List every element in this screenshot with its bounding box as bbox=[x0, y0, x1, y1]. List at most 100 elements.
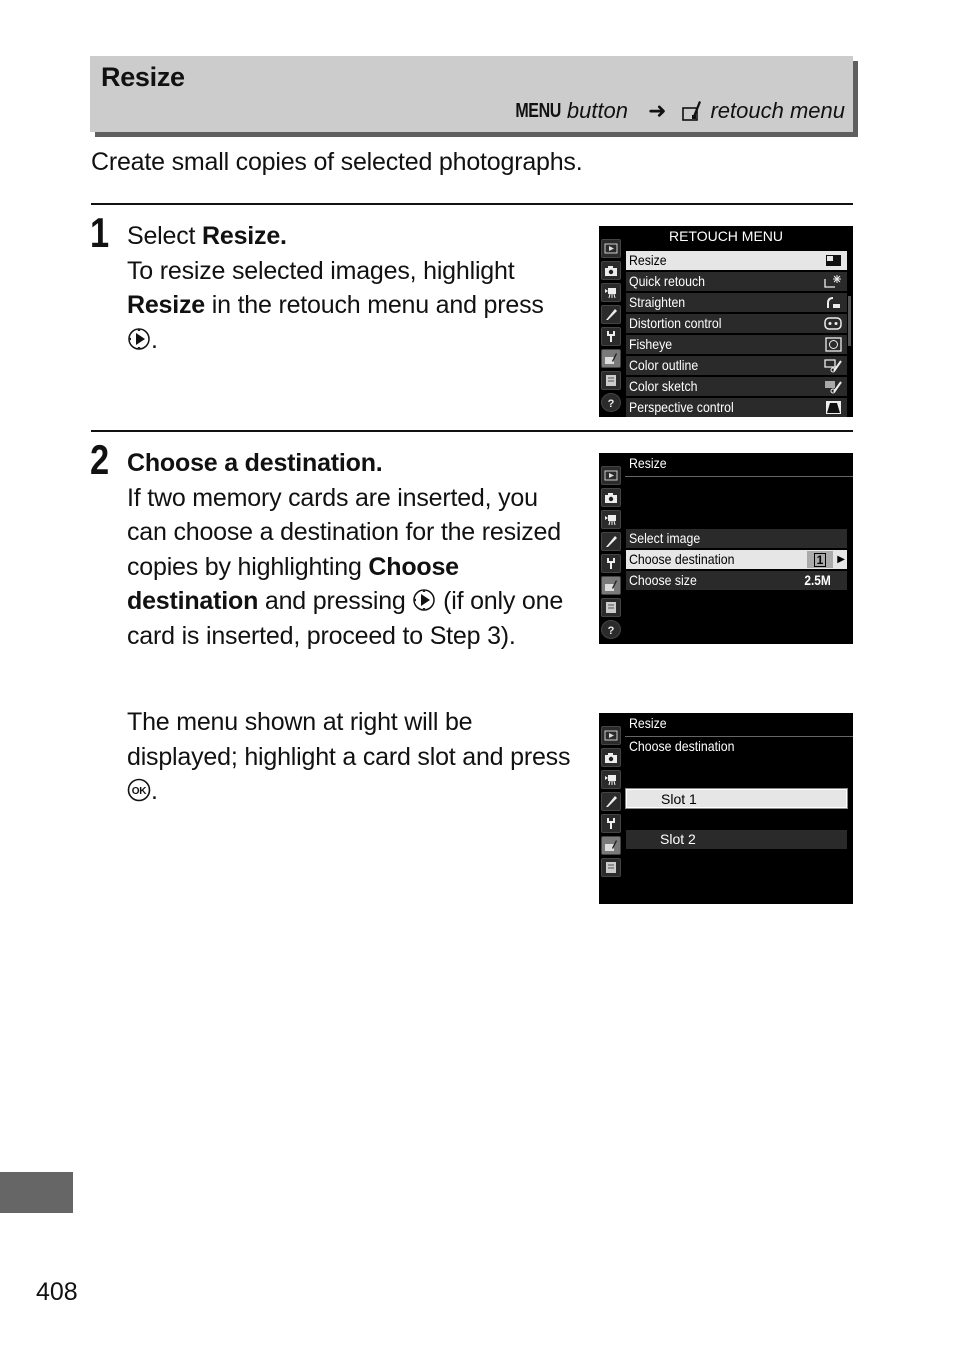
playback-icon[interactable] bbox=[601, 726, 621, 745]
menu-button-label: MENU bbox=[515, 99, 561, 122]
menu-item-color-sketch[interactable]: Color sketch bbox=[626, 377, 847, 396]
pencil-icon[interactable] bbox=[601, 532, 621, 551]
menu-path: MENU button ➜ retouch menu bbox=[504, 98, 845, 124]
step-number-1: 1 bbox=[90, 209, 110, 256]
playback-icon[interactable] bbox=[601, 466, 621, 485]
menu-item-perspective-control[interactable]: Perspective control bbox=[626, 398, 847, 417]
straighten-icon bbox=[827, 297, 840, 308]
step-1-period: . bbox=[151, 325, 158, 354]
slot-number: 1 bbox=[813, 552, 827, 567]
camera-icon[interactable] bbox=[601, 261, 621, 280]
menu-item-choose-size[interactable]: Choose size 2.5M bbox=[626, 571, 847, 590]
wrench-icon[interactable] bbox=[601, 554, 621, 573]
menu-item-select-image[interactable]: Select image bbox=[626, 529, 847, 548]
step-2-title: Choose a destination. bbox=[127, 449, 383, 477]
menu-tabs bbox=[599, 713, 624, 904]
movie-icon[interactable] bbox=[601, 510, 621, 529]
multi-selector-right-icon bbox=[127, 326, 151, 350]
resize-menu-screen: ? Resize Select image Choose destination… bbox=[599, 453, 853, 644]
step-1-text: To resize selected images, highlight Res… bbox=[127, 254, 587, 358]
menu-item-label: Fisheye bbox=[629, 336, 673, 352]
screen-title: RETOUCH MENU bbox=[668, 228, 784, 244]
retouch-icon[interactable] bbox=[601, 349, 621, 368]
step-2-para2-text: The menu shown at right will be displaye… bbox=[127, 708, 571, 771]
menu-item-label: Select image bbox=[629, 530, 701, 546]
title-divider bbox=[625, 736, 853, 737]
movie-icon[interactable] bbox=[601, 770, 621, 789]
menu-item-quick-retouch[interactable]: Quick retouch bbox=[626, 272, 847, 291]
page-number: 408 bbox=[36, 1278, 78, 1306]
step-1-text-line1: To resize selected images, highlight bbox=[127, 256, 515, 285]
camera-icon[interactable] bbox=[601, 488, 621, 507]
help-icon[interactable]: ? bbox=[601, 393, 621, 412]
quick-retouch-icon bbox=[824, 275, 841, 288]
wrench-icon[interactable] bbox=[601, 814, 621, 833]
menu-item-straighten[interactable]: Straighten bbox=[626, 293, 847, 312]
step-1-title-plain: Select bbox=[127, 222, 203, 250]
step-1-text-line2: in the retouch menu and press bbox=[205, 291, 544, 319]
slot-1-option[interactable]: Slot 1 bbox=[625, 788, 848, 809]
retouch-menu-label: retouch menu bbox=[710, 98, 845, 123]
menu-item-choose-destination[interactable]: Choose destination 1 ▶ bbox=[626, 550, 847, 569]
menu-item-label: Resize bbox=[629, 252, 667, 268]
wrench-icon[interactable] bbox=[601, 327, 621, 346]
recent-settings-icon[interactable] bbox=[601, 371, 621, 390]
pencil-icon[interactable] bbox=[601, 305, 621, 324]
slot-2-option[interactable]: Slot 2 bbox=[626, 830, 847, 849]
step-1-title-bold: Resize. bbox=[202, 222, 287, 250]
step-2-text-part2: and pressing bbox=[258, 587, 413, 615]
choose-destination-screen: Resize Choose destination Slot 1 Slot 2 bbox=[599, 713, 853, 904]
section-title: Resize bbox=[101, 62, 185, 92]
retouch-menu-icon bbox=[682, 100, 704, 122]
menu-item-label: Distortion control bbox=[629, 315, 722, 331]
screen-subtitle: Choose destination bbox=[629, 738, 735, 754]
menu-item-label: Choose destination bbox=[629, 551, 735, 567]
color-sketch-icon bbox=[825, 381, 842, 394]
intro-text: Create small copies of selected photogra… bbox=[91, 148, 583, 176]
step-2-body: Choose a destination. If two memory card… bbox=[127, 446, 582, 653]
retouch-menu-screen: ? RETOUCH MENU Resize Quick retouch Stra… bbox=[599, 226, 853, 417]
camera-icon[interactable] bbox=[601, 748, 621, 767]
pencil-icon[interactable] bbox=[601, 792, 621, 811]
movie-icon[interactable] bbox=[601, 283, 621, 302]
step-2-text-part1: If two memory cards are inserted, you ca… bbox=[127, 483, 561, 581]
help-icon[interactable]: ? bbox=[601, 620, 621, 639]
menu-item-resize[interactable]: Resize bbox=[626, 251, 847, 270]
menu-item-label: Perspective control bbox=[629, 399, 734, 415]
multi-selector-right-icon bbox=[412, 587, 436, 611]
step-1-title: Select Resize. bbox=[127, 219, 587, 254]
step-2-para2-period: . bbox=[151, 777, 158, 805]
chevron-right-icon: ▶ bbox=[837, 554, 845, 565]
step-2-text: If two memory cards are inserted, you ca… bbox=[127, 481, 582, 654]
retouch-icon[interactable] bbox=[601, 836, 621, 855]
menu-item-fisheye[interactable]: Fisheye bbox=[626, 335, 847, 354]
retouch-icon[interactable] bbox=[601, 576, 621, 595]
button-word: button bbox=[566, 98, 629, 123]
svg-text:OK: OK bbox=[132, 786, 148, 797]
section-thumb-tab bbox=[0, 1172, 73, 1213]
menu-item-label: Color outline bbox=[629, 357, 699, 373]
card-slot-value: 1 bbox=[807, 551, 833, 568]
menu-tabs: ? bbox=[599, 226, 624, 417]
scrollbar[interactable] bbox=[848, 296, 851, 346]
menu-item-distortion-control[interactable]: Distortion control bbox=[626, 314, 847, 333]
perspective-control-icon bbox=[826, 401, 841, 414]
menu-item-color-outline[interactable]: Color outline bbox=[626, 356, 847, 375]
divider bbox=[91, 430, 853, 432]
recent-settings-icon[interactable] bbox=[601, 598, 621, 617]
title-divider bbox=[625, 476, 853, 477]
step-2-para2: The menu shown at right will be displaye… bbox=[127, 705, 582, 809]
size-value: 2.5M bbox=[804, 572, 831, 588]
menu-item-label: Straighten bbox=[629, 294, 686, 310]
recent-settings-icon[interactable] bbox=[601, 858, 621, 877]
menu-tabs: ? bbox=[599, 453, 624, 644]
divider bbox=[91, 203, 853, 205]
svg-text:?: ? bbox=[608, 625, 615, 636]
arrow-icon: ➜ bbox=[648, 98, 667, 123]
screen-title: Resize bbox=[629, 715, 667, 731]
step-number-2: 2 bbox=[90, 436, 110, 483]
fisheye-icon bbox=[825, 337, 842, 352]
distortion-control-icon bbox=[824, 317, 842, 330]
step-1-bold-resize: Resize bbox=[127, 291, 206, 319]
color-outline-icon bbox=[824, 359, 842, 373]
